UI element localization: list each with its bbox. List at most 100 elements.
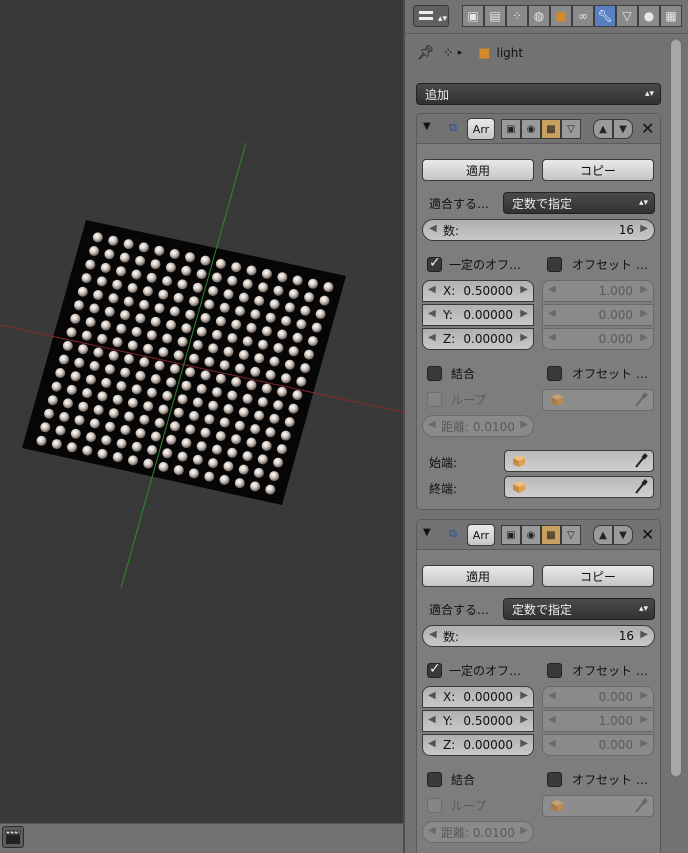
3d-viewport[interactable] bbox=[0, 0, 403, 853]
breadcrumb: 📌︎ ⁘ ▸ ■ light bbox=[417, 42, 523, 64]
count-field[interactable]: ◀ 数: 16 ▶ bbox=[422, 625, 655, 647]
sphere-instance bbox=[269, 413, 280, 424]
constant-offset-x[interactable]: ◀ 0.000 ▶ bbox=[542, 686, 654, 708]
eyedropper-icon[interactable] bbox=[634, 798, 648, 814]
editmode-toggle[interactable]: ▩ bbox=[541, 119, 561, 139]
render-tab[interactable]: ▣ bbox=[462, 5, 484, 27]
constant-offset-checkbox[interactable] bbox=[547, 663, 562, 678]
loop-label: ループ bbox=[451, 392, 487, 407]
sphere-instance bbox=[258, 339, 268, 350]
sphere-instance bbox=[181, 438, 192, 449]
merge-checkbox[interactable] bbox=[427, 366, 442, 381]
copy-button[interactable]: コピー bbox=[542, 565, 654, 587]
sphere-instance bbox=[219, 302, 230, 313]
sphere-instance bbox=[105, 421, 116, 432]
sphere-instance bbox=[277, 272, 288, 283]
object-offset-checkbox[interactable] bbox=[547, 366, 562, 381]
add-modifier-dropdown[interactable]: 追加 ▴▾ bbox=[416, 83, 661, 105]
sphere-instance bbox=[97, 391, 108, 402]
constant-offset-x[interactable]: ◀ 1.000 ▶ bbox=[542, 280, 654, 302]
modifier-name-field[interactable]: Arr bbox=[467, 524, 495, 546]
relative-offset-y[interactable]: ◀ Y: 0.50000 ▶ bbox=[422, 710, 534, 732]
loop-checkbox[interactable] bbox=[427, 798, 442, 813]
viewport-toggle[interactable]: ◉ bbox=[521, 525, 541, 545]
end-cap-field[interactable] bbox=[504, 476, 654, 498]
sphere-instance bbox=[86, 432, 96, 443]
move-down-button[interactable]: ▼ bbox=[613, 119, 633, 139]
sphere-instance bbox=[250, 309, 261, 320]
relative-offset-z[interactable]: ◀ Z: 0.00000 ▶ bbox=[422, 328, 534, 350]
render-toggle[interactable]: ▣ bbox=[501, 525, 521, 545]
constant-offset-y[interactable]: ◀ 1.000 ▶ bbox=[542, 710, 654, 732]
relative-offset-z[interactable]: ◀ Z: 0.00000 ▶ bbox=[422, 734, 534, 756]
texture-tab[interactable]: ▦ bbox=[660, 5, 682, 27]
copy-button[interactable]: コピー bbox=[542, 159, 654, 181]
relative-offset-checkbox[interactable]: ✓ bbox=[427, 661, 442, 678]
scene-tab[interactable]: ⁘ bbox=[506, 5, 528, 27]
editor-type-selector[interactable]: ▴▾ bbox=[413, 5, 449, 27]
render-toggle[interactable]: ▣ bbox=[501, 119, 521, 139]
sphere-instance bbox=[119, 252, 130, 263]
relative-offset-y[interactable]: ◀ Y: 0.00000 ▶ bbox=[422, 304, 534, 326]
collapse-triangle-icon[interactable]: ▼ bbox=[423, 121, 431, 132]
apply-button[interactable]: 適用 bbox=[422, 159, 534, 181]
cage-toggle[interactable]: ▽ bbox=[561, 119, 581, 139]
sphere-instance bbox=[269, 471, 280, 482]
constant-offset-z[interactable]: ◀ 0.000 ▶ bbox=[542, 734, 654, 756]
modifier-name-field[interactable]: Arr bbox=[467, 118, 495, 140]
viewport-toggle[interactable]: ◉ bbox=[521, 119, 541, 139]
constraints-tab[interactable]: ∞ bbox=[572, 5, 594, 27]
sphere-instance bbox=[181, 380, 192, 391]
eyedropper-icon[interactable] bbox=[634, 392, 648, 408]
offset-object-field[interactable] bbox=[542, 795, 654, 817]
move-up-button[interactable]: ▲ bbox=[593, 525, 613, 545]
close-icon[interactable]: ✕ bbox=[641, 525, 654, 544]
count-field[interactable]: ◀ 数: 16 ▶ bbox=[422, 219, 655, 241]
sphere-instance bbox=[296, 319, 307, 330]
sphere-instance bbox=[219, 417, 230, 428]
offset-object-field[interactable] bbox=[542, 389, 654, 411]
close-icon[interactable]: ✕ bbox=[641, 119, 654, 138]
relative-offset-x[interactable]: ◀ X: 0.50000 ▶ bbox=[422, 280, 534, 302]
cage-toggle[interactable]: ▽ bbox=[561, 525, 581, 545]
sphere-instance bbox=[97, 448, 108, 459]
pin-icon[interactable]: 📌︎ bbox=[417, 45, 435, 61]
merge-checkbox[interactable] bbox=[427, 772, 442, 787]
sphere-instance bbox=[89, 246, 100, 256]
panel-scrollbar-thumb[interactable] bbox=[671, 40, 681, 776]
object-offset-checkbox[interactable] bbox=[547, 772, 562, 787]
move-down-button[interactable]: ▼ bbox=[613, 525, 633, 545]
fit-type-dropdown[interactable]: 定数で指定 ▴▾ bbox=[503, 192, 655, 214]
apply-button[interactable]: 適用 bbox=[422, 565, 534, 587]
merge-distance-field[interactable]: ◀ 距離: 0.0100 ▶ bbox=[422, 821, 534, 843]
sphere-instance bbox=[143, 458, 154, 469]
fit-type-dropdown[interactable]: 定数で指定 ▴▾ bbox=[503, 598, 655, 620]
eyedropper-icon[interactable] bbox=[634, 453, 648, 469]
constant-offset-checkbox[interactable] bbox=[547, 257, 562, 272]
constant-offset-z[interactable]: ◀ 0.000 ▶ bbox=[542, 328, 654, 350]
sphere-instance bbox=[223, 461, 234, 472]
sphere-instance bbox=[185, 424, 196, 435]
viewport-canvas[interactable] bbox=[0, 0, 403, 853]
data-tab[interactable]: ▽ bbox=[616, 5, 638, 27]
sphere-instance bbox=[59, 354, 69, 365]
constant-offset-y[interactable]: ◀ 0.000 ▶ bbox=[542, 304, 654, 326]
render-layers-tab[interactable]: ▤ bbox=[484, 5, 506, 27]
eyedropper-icon[interactable] bbox=[634, 479, 648, 495]
object-tab[interactable]: ■ bbox=[550, 5, 572, 27]
loop-checkbox[interactable] bbox=[427, 392, 442, 407]
start-cap-field[interactable] bbox=[504, 450, 654, 472]
editmode-toggle[interactable]: ▩ bbox=[541, 525, 561, 545]
modifier-tab[interactable]: 🔧︎ bbox=[594, 5, 616, 27]
array-modifier-panel-2: ▼ ⧉ Arr ▣ ◉ ▩ ▽ ▲ ▼ ✕ 適用 コピー 適合する… 定数で指定… bbox=[416, 519, 661, 853]
relative-offset-x[interactable]: ◀ X: 0.00000 ▶ bbox=[422, 686, 534, 708]
collapse-triangle-icon[interactable]: ▼ bbox=[423, 527, 431, 538]
world-tab[interactable]: ◍ bbox=[528, 5, 550, 27]
editor-type-button[interactable] bbox=[2, 826, 24, 848]
sphere-instance bbox=[185, 367, 196, 378]
relative-offset-checkbox[interactable]: ✓ bbox=[427, 255, 442, 272]
merge-distance-field[interactable]: ◀ 距離: 0.0100 ▶ bbox=[422, 415, 534, 437]
material-tab[interactable]: ● bbox=[638, 5, 660, 27]
move-up-button[interactable]: ▲ bbox=[593, 119, 613, 139]
svg-text:▴▾: ▴▾ bbox=[438, 14, 448, 24]
